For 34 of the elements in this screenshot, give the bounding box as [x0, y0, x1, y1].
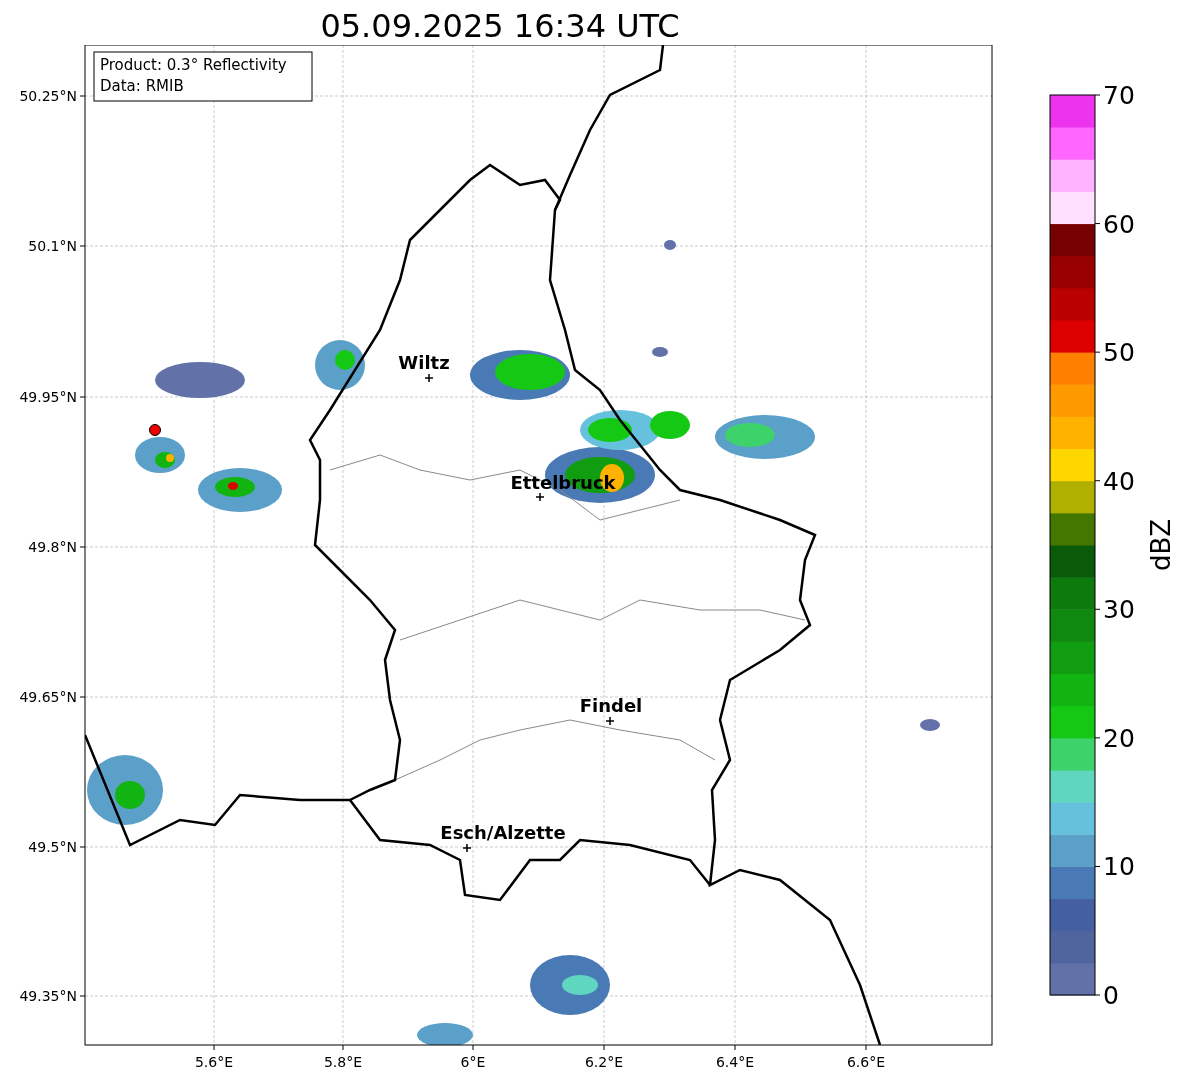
scale-label: 70 [1103, 81, 1135, 110]
latitude-label: 49.65°N [19, 689, 77, 705]
scale-label: 0 [1103, 981, 1119, 1010]
city-label: Findel [579, 695, 643, 716]
scale-label: 10 [1103, 852, 1135, 882]
latitude-label: 50.25°N [19, 88, 77, 104]
longitude-label: 5.8°E [323, 1054, 363, 1070]
latitude-label: 49.8°N [28, 539, 77, 555]
radar-site-icon [149, 424, 161, 436]
scale-label: 20 [1103, 723, 1135, 753]
chart-title: 05.09.2025 16:34 UTC [320, 5, 680, 42]
longitude-label: 6.6°E [846, 1054, 886, 1070]
city-marker-icon [424, 373, 434, 383]
longitude-label: 6.2°E [584, 1054, 624, 1070]
unit-label: dBZ [1146, 518, 1176, 572]
longitude-label: 6.4°E [715, 1054, 755, 1070]
info-text: Data: RMIB [100, 77, 184, 95]
longitude-label: 6°E [460, 1054, 486, 1070]
scale-label: 30 [1103, 595, 1135, 625]
city-label: Ettelbruck [510, 472, 616, 493]
city-label: Esch/Alzette [440, 822, 566, 843]
city-label: Wiltz [398, 352, 450, 373]
latitude-label: 49.5°N [28, 839, 77, 855]
city-marker-icon [605, 716, 615, 726]
scale-label: 50 [1103, 338, 1135, 368]
info-text: Product: 0.3° Reflectivity [100, 56, 287, 74]
latitude-label: 49.95°N [19, 389, 77, 405]
latitude-label: 49.35°N [19, 988, 77, 1004]
longitude-label: 5.6°E [194, 1054, 234, 1070]
city-marker-icon [462, 843, 472, 853]
scale-label: 60 [1103, 209, 1135, 239]
latitude-label: 50.1°N [28, 238, 77, 254]
city-marker-icon [535, 492, 545, 502]
scale-label: 40 [1103, 466, 1135, 496]
